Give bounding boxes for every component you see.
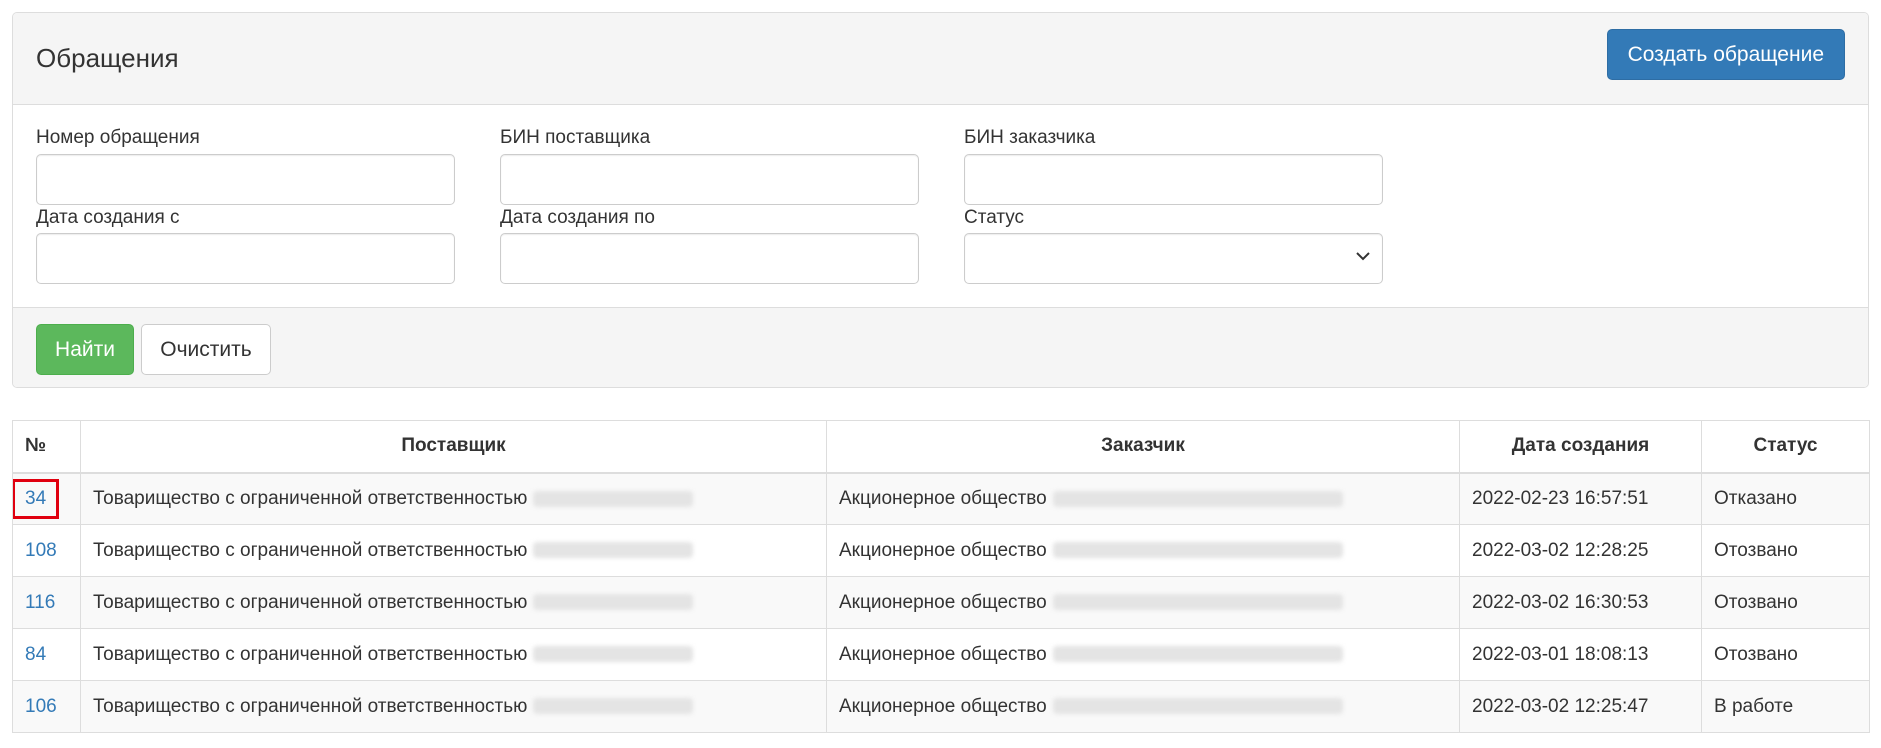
cell-number: 108	[12, 524, 81, 577]
request-link[interactable]: 116	[25, 592, 55, 614]
request-number-label: Номер обращения	[36, 127, 200, 148]
request-link[interactable]: 108	[25, 540, 57, 562]
supplier-name: Товарищество с ограниченной ответственно…	[93, 591, 528, 613]
redacted-text	[533, 542, 694, 559]
cell-number: 106	[12, 680, 81, 733]
cell-status: Отозвано	[1701, 524, 1870, 577]
cell-supplier: Товарищество с ограниченной ответственно…	[80, 472, 827, 525]
request-link[interactable]: 34	[13, 478, 60, 519]
table-row: 106 Товарищество с ограниченной ответств…	[12, 680, 1870, 733]
supplier-name: Товарищество с ограниченной ответственно…	[93, 643, 528, 665]
cell-date: 2022-03-02 16:30:53	[1459, 576, 1702, 629]
create-request-button[interactable]: Создать обращение	[1606, 29, 1845, 80]
cell-date: 2022-03-02 12:25:47	[1459, 680, 1702, 733]
table-row: 34 Товарищество с ограниченной ответстве…	[12, 472, 1870, 525]
date-to-input[interactable]	[500, 233, 919, 284]
customer-name: Акционерное общество	[839, 591, 1047, 613]
supplier-name: Товарищество с ограниченной ответственно…	[93, 539, 528, 561]
column-header-number[interactable]: №	[12, 420, 81, 473]
table-row: 108 Товарищество с ограниченной ответств…	[12, 524, 1870, 577]
redacted-text	[533, 594, 694, 611]
customer-name: Акционерное общество	[839, 643, 1047, 665]
cell-number: 34	[12, 472, 81, 525]
cell-customer: Акционерное общество	[826, 472, 1460, 525]
cell-supplier: Товарищество с ограниченной ответственно…	[80, 628, 827, 681]
supplier-name: Товарищество с ограниченной ответственно…	[93, 695, 528, 717]
table-row: 116 Товарищество с ограниченной ответств…	[12, 576, 1870, 629]
cell-status: Отозвано	[1701, 628, 1870, 681]
table-row: 84 Товарищество с ограниченной ответстве…	[12, 628, 1870, 681]
cell-date: 2022-03-01 18:08:13	[1459, 628, 1702, 681]
find-button[interactable]: Найти	[36, 324, 134, 375]
cell-status: Отказано	[1701, 472, 1870, 525]
cell-supplier: Товарищество с ограниченной ответственно…	[80, 524, 827, 577]
cell-supplier: Товарищество с ограниченной ответственно…	[80, 576, 827, 629]
cell-customer: Акционерное общество	[826, 524, 1460, 577]
redacted-text	[1052, 542, 1343, 559]
panel-footer: Найти Очистить	[13, 307, 1868, 387]
request-link[interactable]: 106	[25, 696, 57, 718]
redacted-text	[1052, 594, 1343, 611]
column-header-supplier[interactable]: Поставщик	[80, 420, 827, 473]
cell-number: 116	[12, 576, 81, 629]
page-title: Обращения	[36, 43, 179, 73]
cell-status: Отозвано	[1701, 576, 1870, 629]
redacted-text	[1052, 490, 1343, 507]
customer-bin-input[interactable]	[964, 154, 1383, 205]
redacted-text	[1052, 698, 1343, 715]
date-to-label: Дата создания по	[500, 207, 655, 228]
column-header-status[interactable]: Статус	[1701, 420, 1870, 473]
cell-supplier: Товарищество с ограниченной ответственно…	[80, 680, 827, 733]
cell-customer: Акционерное общество	[826, 576, 1460, 629]
status-label: Статус	[964, 207, 1025, 228]
customer-bin-label: БИН заказчика	[964, 127, 1096, 148]
customer-name: Акционерное общество	[839, 487, 1047, 509]
redacted-text	[533, 698, 694, 715]
date-from-label: Дата создания с	[36, 207, 180, 228]
supplier-bin-input[interactable]	[500, 154, 919, 205]
requests-table: № Поставщик Заказчик Дата создания Стату…	[12, 420, 1870, 733]
redacted-text	[533, 646, 694, 663]
panel-header: Обращения Создать обращение	[13, 13, 1868, 105]
column-header-customer[interactable]: Заказчик	[826, 420, 1460, 473]
cell-status: В работе	[1701, 680, 1870, 733]
cell-date: 2022-03-02 12:28:25	[1459, 524, 1702, 577]
customer-name: Акционерное общество	[839, 539, 1047, 561]
date-from-input[interactable]	[36, 233, 455, 284]
status-select[interactable]	[964, 233, 1383, 284]
search-panel: Обращения Создать обращение Номер обраще…	[12, 12, 1869, 388]
cell-date: 2022-02-23 16:57:51	[1459, 472, 1702, 525]
cell-number: 84	[12, 628, 81, 681]
customer-name: Акционерное общество	[839, 695, 1047, 717]
redacted-text	[533, 490, 694, 507]
cell-customer: Акционерное общество	[826, 628, 1460, 681]
clear-button[interactable]: Очистить	[141, 324, 271, 375]
redacted-text	[1052, 646, 1343, 663]
column-header-date[interactable]: Дата создания	[1459, 420, 1702, 473]
supplier-bin-label: БИН поставщика	[500, 127, 651, 148]
chevron-down-icon	[1356, 248, 1370, 266]
table-header-row: № Поставщик Заказчик Дата создания Стату…	[12, 420, 1870, 473]
request-link[interactable]: 84	[25, 644, 46, 666]
supplier-name: Товарищество с ограниченной ответственно…	[93, 487, 528, 509]
cell-customer: Акционерное общество	[826, 680, 1460, 733]
request-number-input[interactable]	[36, 154, 455, 205]
